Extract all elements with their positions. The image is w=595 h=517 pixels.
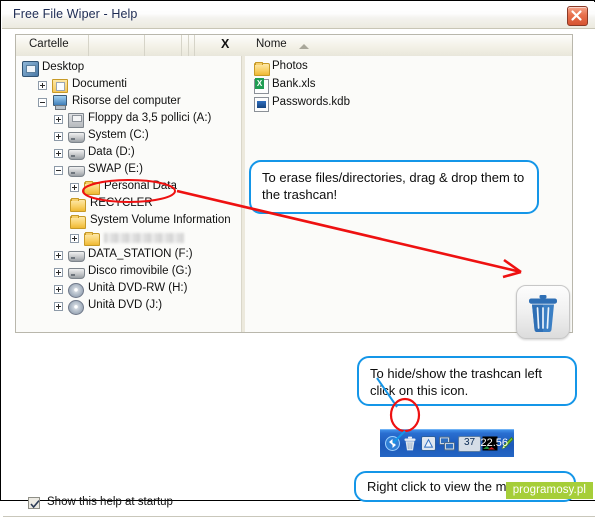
tree-item-label: Disco rimovibile (G:) <box>88 265 192 277</box>
window-title: Free File Wiper - Help <box>13 7 138 21</box>
tree-toggle-plus-icon[interactable] <box>54 268 63 277</box>
name-column-header[interactable]: Nome <box>256 38 287 50</box>
explorer-header: Cartelle X Nome <box>16 35 572 57</box>
watermark: programosy.pl <box>505 482 593 499</box>
tree-toggle-minus-icon[interactable] <box>38 98 47 107</box>
file-list-item-label: Bank.xls <box>272 78 316 90</box>
title-bar: Free File Wiper - Help <box>2 2 595 29</box>
tree-toggle-plus-icon[interactable] <box>54 132 63 141</box>
floppy-drive-icon <box>68 111 84 128</box>
tree-item-label: Personal Data <box>104 180 177 192</box>
show-help-checkbox[interactable] <box>28 497 40 509</box>
documents-folder-icon <box>52 77 68 93</box>
tree-item-label: Risorse del computer <box>72 95 181 107</box>
tree-item-label: Documenti <box>72 78 127 90</box>
hard-drive-icon <box>68 162 85 178</box>
help-client-area: Cartelle X Nome Desktop Documenti Risorse … <box>2 29 595 517</box>
sort-ascending-icon <box>299 44 309 49</box>
folder-tree[interactable]: Desktop Documenti Risorse del computer Flop… <box>16 56 241 332</box>
tree-toggle-plus-icon[interactable] <box>54 115 63 124</box>
file-list-item-label: Passwords.kdb <box>272 96 350 108</box>
counter-badge[interactable]: 37 <box>458 436 481 452</box>
folder-icon <box>70 213 86 229</box>
header-divider <box>88 35 89 56</box>
close-button[interactable] <box>567 6 588 26</box>
desktop-icon <box>22 60 39 77</box>
tree-toggle-plus-icon[interactable] <box>54 302 63 311</box>
recycle-arrows-icon[interactable] <box>385 436 400 451</box>
tree-toggle-plus-icon[interactable] <box>54 285 63 294</box>
tree-toggle-plus-icon[interactable] <box>54 149 63 158</box>
excel-file-icon <box>253 78 269 94</box>
my-computer-icon <box>52 94 68 110</box>
close-icon <box>571 10 582 21</box>
header-divider <box>188 35 189 56</box>
tree-item-label: Unità DVD-RW (H:) <box>88 282 188 294</box>
system-tray[interactable]: 37 22.56 <box>380 429 514 457</box>
header-divider <box>144 35 145 56</box>
trashcan-drop-target[interactable] <box>516 285 570 339</box>
tree-toggle-plus-icon[interactable] <box>70 183 79 192</box>
tree-toggle-plus-icon[interactable] <box>70 234 79 243</box>
hard-drive-icon <box>68 247 85 263</box>
tree-item-label: System Volume Information <box>90 214 231 226</box>
tree-toggle-minus-icon[interactable] <box>54 166 63 175</box>
counter-value: 37 <box>463 437 476 448</box>
hard-drive-icon <box>68 264 85 280</box>
tray-clock[interactable]: 22.56 <box>480 437 508 449</box>
folder-icon <box>84 230 100 246</box>
folder-icon <box>84 179 100 195</box>
tree-item-label: System (C:) <box>88 129 149 141</box>
folder-icon <box>70 196 86 212</box>
file-list-item-label: Photos <box>272 60 308 72</box>
trashcan-icon <box>529 295 557 332</box>
warning-triangle-icon[interactable] <box>421 436 436 451</box>
show-help-label: Show this help at startup <box>47 496 173 508</box>
tree-item-label: Floppy da 3,5 pollici (A:) <box>88 112 212 124</box>
header-divider <box>194 35 195 56</box>
tree-item-label: DATA_STATION (F:) <box>88 248 193 260</box>
tree-toggle-plus-icon[interactable] <box>54 251 63 260</box>
network-icon[interactable] <box>439 436 455 451</box>
tree-toggle-plus-icon[interactable] <box>38 81 47 90</box>
tree-item-label: Unità DVD (J:) <box>88 299 163 311</box>
tree-item-label-redacted <box>104 233 184 243</box>
close-folders-pane-button[interactable]: X <box>221 37 229 51</box>
trashcan-tray-icon[interactable] <box>403 436 417 452</box>
dvd-drive-icon <box>68 281 84 298</box>
dvd-drive-icon <box>68 298 84 315</box>
tree-item-label: RECYCLER <box>90 197 153 209</box>
callout-hide-show: To hide/show the trashcan left click on … <box>357 356 577 406</box>
folder-icon <box>253 60 270 76</box>
tree-item-label: SWAP (E:) <box>88 163 143 175</box>
hard-drive-icon <box>68 145 85 161</box>
callout-erase: To erase files/directories, drag & drop … <box>249 160 539 214</box>
help-window: Free File Wiper - Help Cartelle X Nome D… <box>0 0 595 517</box>
tree-item-label: Desktop <box>42 61 85 73</box>
header-divider <box>181 35 182 56</box>
hard-drive-icon <box>68 128 85 144</box>
keepass-file-icon <box>253 96 269 112</box>
tree-item-label: Data (D:) <box>88 146 135 158</box>
folders-tab-label[interactable]: Cartelle <box>29 38 69 50</box>
